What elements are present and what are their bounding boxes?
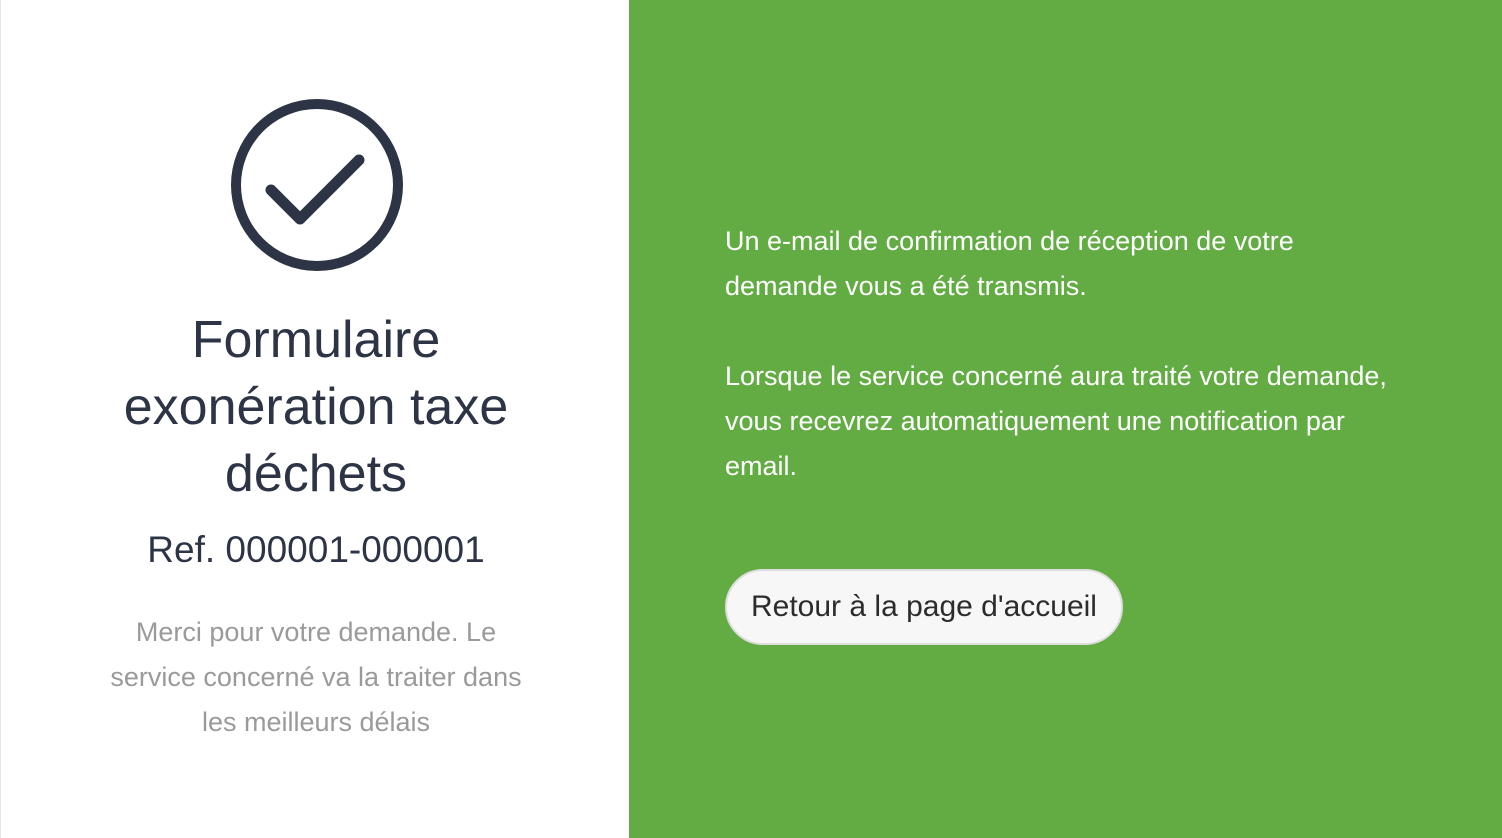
- return-home-button[interactable]: Retour à la page d'accueil: [725, 569, 1123, 645]
- thanks-message: Merci pour votre demande. Le service con…: [110, 617, 522, 737]
- confirmation-message: Un e-mail de confirmation de réception d…: [725, 219, 1405, 489]
- form-title: Formulaire exonération taxe déchets: [123, 311, 509, 503]
- processing-notice: Lorsque le service concerné aura traité …: [725, 361, 1387, 481]
- confirmation-page: Formulaire exonération taxe déchets Ref.…: [0, 0, 1502, 838]
- check-circle-icon: [231, 99, 403, 271]
- confirmation-info-panel: Un e-mail de confirmation de réception d…: [629, 0, 1502, 838]
- confirmation-summary-panel: Formulaire exonération taxe déchets Ref.…: [0, 0, 629, 838]
- reference-number: Ref. 000001-000001: [147, 529, 485, 570]
- email-notice: Un e-mail de confirmation de réception d…: [725, 226, 1294, 301]
